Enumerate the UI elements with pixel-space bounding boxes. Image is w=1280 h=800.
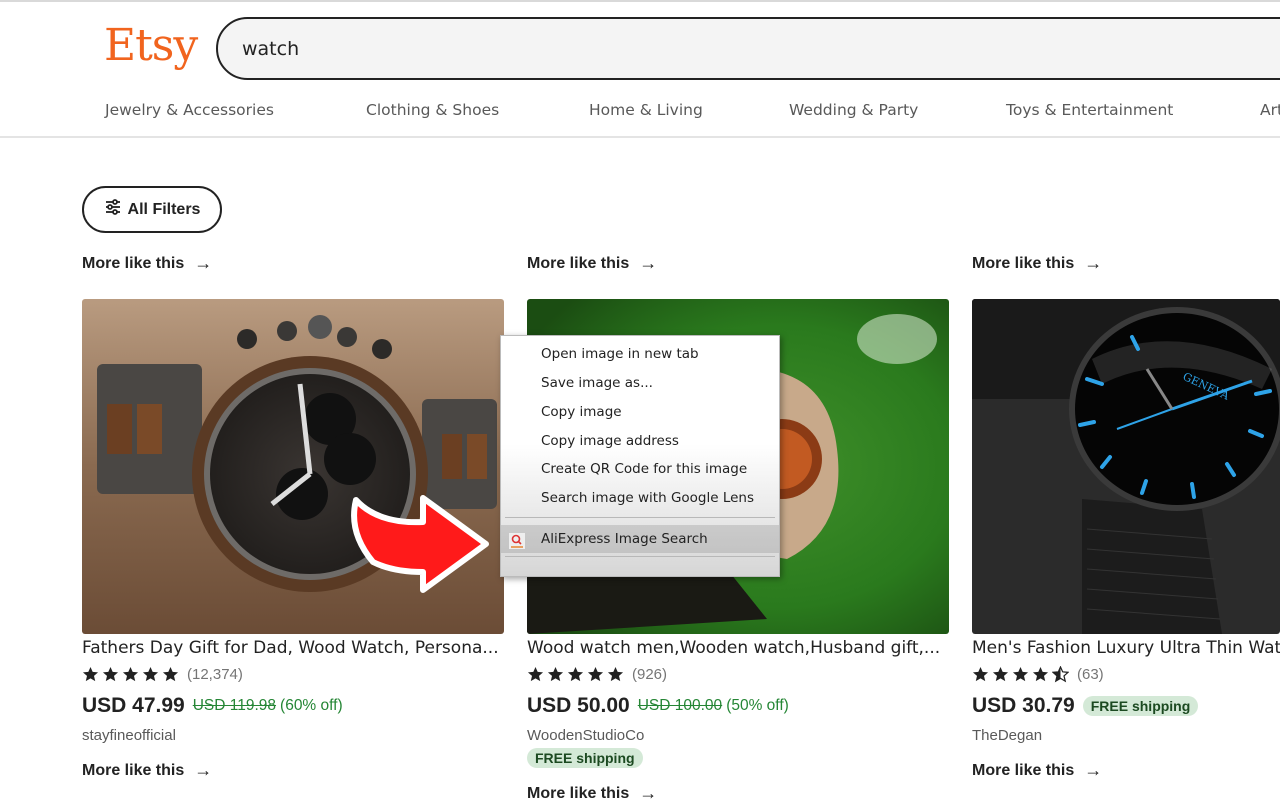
arrow-right-icon: →: [1084, 253, 1103, 273]
more-like-this-link[interactable]: More like this →: [972, 253, 1102, 274]
star-full-icon: [82, 666, 99, 682]
star-full-icon: [142, 666, 159, 682]
listing-price: USD 47.99: [82, 694, 185, 717]
star-full-icon: [992, 666, 1009, 682]
shop-name[interactable]: stayfineofficial: [82, 727, 176, 744]
category-wedding-party[interactable]: Wedding & Party: [789, 101, 918, 119]
aliexpress-label: AliExpress Image Search: [541, 531, 708, 547]
search-input[interactable]: [242, 33, 1142, 65]
star-rating: [972, 666, 1069, 683]
free-shipping-badge: FREE shipping: [527, 748, 643, 768]
star-full-icon: [102, 666, 119, 682]
discount-percent: (60% off): [280, 697, 343, 714]
star-rating: [527, 666, 624, 683]
star-rating: [82, 666, 179, 683]
category-jewelry-accessories[interactable]: Jewelry & Accessories: [105, 101, 274, 119]
star-full-icon: [567, 666, 584, 682]
listing-title[interactable]: Fathers Day Gift for Dad, Wood Watch, Pe…: [82, 638, 504, 658]
arrow-right-icon: →: [1084, 760, 1103, 780]
browser-top-border: [0, 0, 1280, 2]
arrow-right-icon: →: [639, 253, 658, 273]
free-shipping-badge-wrap: FREE shipping: [527, 748, 643, 768]
original-price: USD 119.98: [192, 697, 277, 714]
discount-percent: (50% off): [726, 697, 789, 714]
star-full-icon: [547, 666, 564, 682]
star-full-icon: [607, 666, 624, 682]
search-bar[interactable]: [216, 17, 1280, 80]
listing-rating: (12,374): [82, 666, 243, 683]
arrow-right-icon: →: [194, 253, 213, 273]
menu-separator: [505, 556, 775, 557]
star-full-icon: [527, 666, 544, 682]
star-full-icon: [1032, 666, 1049, 682]
category-home-living[interactable]: Home & Living: [589, 101, 703, 119]
menu-save-image-as[interactable]: Save image as...: [501, 369, 779, 397]
listing-price: USD 30.79: [972, 694, 1075, 717]
category-art-collectibles[interactable]: Art & Collectibles: [1260, 101, 1280, 119]
more-like-this-link[interactable]: More like this →: [82, 253, 212, 274]
more-like-this-label: More like this: [972, 254, 1075, 272]
more-like-this-label: More like this: [527, 784, 630, 800]
shop-name[interactable]: WoodenStudioCo: [527, 727, 644, 744]
price-row: USD 50.00 USD 100.00 (50% off): [527, 694, 789, 718]
more-like-this-label: More like this: [972, 761, 1075, 779]
review-count: (12,374): [187, 666, 243, 683]
star-full-icon: [162, 666, 179, 682]
sliders-icon: [104, 198, 122, 221]
category-nav: Jewelry & Accessories Clothing & Shoes H…: [0, 92, 1280, 138]
listing-title[interactable]: Wood watch men,Wooden watch,Husband gift…: [527, 638, 949, 658]
menu-open-image-new-tab[interactable]: Open image in new tab: [501, 340, 779, 368]
listing-price: USD 50.00: [527, 694, 630, 717]
star-full-icon: [1012, 666, 1029, 682]
review-count: (926): [632, 666, 668, 683]
free-shipping-badge: FREE shipping: [1082, 696, 1199, 716]
star-full-icon: [122, 666, 139, 682]
review-count: (63): [1077, 666, 1104, 683]
menu-separator: [505, 517, 775, 518]
original-price: USD 100.00: [637, 697, 723, 714]
all-filters-label: All Filters: [127, 200, 201, 218]
menu-copy-image[interactable]: Copy image: [501, 398, 779, 426]
more-like-this-link[interactable]: More like this →: [527, 783, 657, 800]
more-like-this-label: More like this: [82, 761, 185, 779]
red-annotation-arrow-icon: [351, 495, 489, 593]
category-toys-entertainment[interactable]: Toys & Entertainment: [1006, 101, 1173, 119]
menu-copy-image-address[interactable]: Copy image address: [501, 427, 779, 455]
more-like-this-link[interactable]: More like this →: [972, 760, 1102, 781]
menu-create-qr-code[interactable]: Create QR Code for this image: [501, 455, 779, 483]
more-like-this-link[interactable]: More like this →: [527, 253, 657, 274]
arrow-right-icon: →: [639, 783, 658, 800]
more-like-this-link[interactable]: More like this →: [82, 760, 212, 781]
listing-image[interactable]: GENEVA: [972, 299, 1280, 634]
price-row: USD 47.99 USD 119.98 (60% off): [82, 694, 343, 718]
price-row: USD 30.79 FREE shipping: [972, 694, 1199, 718]
menu-aliexpress-image-search[interactable]: AliExpress Image Search: [501, 525, 779, 553]
arrow-right-icon: →: [194, 760, 213, 780]
all-filters-button[interactable]: All Filters: [82, 186, 222, 233]
more-like-this-label: More like this: [82, 254, 185, 272]
more-like-this-label: More like this: [527, 254, 630, 272]
menu-search-google-lens[interactable]: Search image with Google Lens: [501, 484, 779, 512]
star-half-icon: [1052, 666, 1069, 683]
listing-rating: (63): [972, 666, 1104, 683]
listing-rating: (926): [527, 666, 667, 683]
star-full-icon: [972, 666, 989, 682]
etsy-logo[interactable]: Etsy: [104, 20, 198, 72]
listing-title[interactable]: Men's Fashion Luxury Ultra Thin Watch: [972, 638, 1280, 658]
category-clothing-shoes[interactable]: Clothing & Shoes: [366, 101, 499, 119]
context-menu: Open image in new tab Save image as... C…: [500, 335, 780, 577]
star-full-icon: [587, 666, 604, 682]
aliexpress-search-icon: [509, 531, 525, 549]
shop-name[interactable]: TheDegan: [972, 727, 1042, 744]
